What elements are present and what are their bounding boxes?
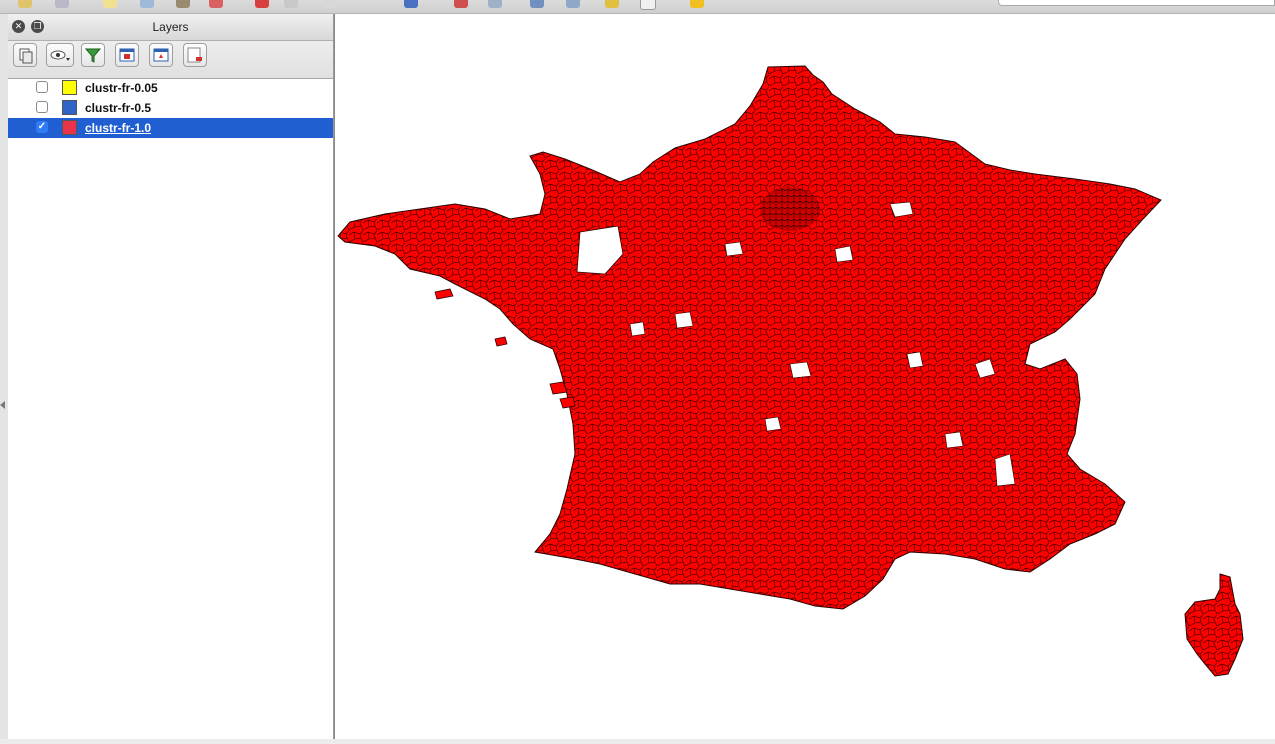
search-input[interactable]	[998, 0, 1275, 6]
filter-legend-icon	[84, 48, 102, 63]
toolbar-icon[interactable]	[640, 0, 656, 10]
toolbar-icon[interactable]	[605, 0, 619, 8]
remove-layer-icon	[187, 47, 202, 63]
visibility-eye-icon	[50, 50, 70, 61]
layer-item[interactable]: clustr-fr-0.05	[8, 78, 333, 98]
map-hole	[764, 416, 782, 432]
toolbar-icon[interactable]	[255, 0, 269, 8]
layers-toolbar	[8, 41, 333, 79]
main-toolbar	[0, 0, 1275, 14]
panel-title: Layers	[152, 20, 189, 34]
remove-layer-button[interactable]	[183, 43, 207, 67]
island-polygon	[559, 396, 576, 409]
toolbar-icon[interactable]	[176, 0, 190, 8]
france-map-layer	[337, 65, 1244, 677]
map-hole	[674, 311, 694, 329]
map-hole	[944, 431, 964, 449]
layer-visibility-checkbox[interactable]	[36, 101, 48, 113]
toolbar-icon[interactable]	[103, 0, 117, 8]
toolbar-icon[interactable]	[284, 0, 298, 8]
island-polygon	[494, 336, 508, 347]
toolbar-icon[interactable]	[690, 0, 704, 8]
toolbar-icon[interactable]	[454, 0, 468, 8]
collapse-arrow-icon[interactable]	[0, 401, 5, 409]
map-hole	[789, 361, 812, 379]
map-hole	[724, 241, 744, 257]
layer-name: clustr-fr-0.5	[85, 101, 152, 115]
map-hole	[906, 351, 924, 369]
corsica-polygon	[1184, 573, 1244, 677]
map-hole	[834, 245, 854, 263]
map-hole	[629, 321, 646, 337]
layer-color-swatch	[62, 120, 77, 135]
collapse-all-icon	[153, 48, 169, 62]
layer-name: clustr-fr-0.05	[85, 81, 158, 95]
layer-tree: clustr-fr-0.05 clustr-fr-0.5 ✓ clustr-fr…	[8, 78, 333, 138]
layer-visibility-checkbox[interactable]	[36, 81, 48, 93]
toolbar-icon[interactable]	[404, 0, 418, 8]
collapse-all-button[interactable]	[149, 43, 173, 67]
layer-item-selected[interactable]: ✓ clustr-fr-1.0	[8, 118, 333, 138]
toolbar-icon[interactable]	[488, 0, 502, 8]
toolbar-icon[interactable]	[55, 0, 69, 8]
island-polygon	[434, 288, 454, 300]
expand-all-icon	[119, 48, 135, 62]
paris-dense-area	[760, 187, 820, 231]
layer-color-swatch	[62, 80, 77, 95]
toolbar-icon[interactable]	[530, 0, 544, 8]
layer-name: clustr-fr-1.0	[85, 121, 152, 135]
toolbar-icon[interactable]	[209, 0, 223, 8]
mainland-polygon	[337, 65, 1162, 610]
layer-color-swatch	[62, 100, 77, 115]
layer-item[interactable]: clustr-fr-0.5	[8, 98, 333, 118]
map-canvas[interactable]	[334, 14, 1275, 739]
filter-legend-button[interactable]	[81, 43, 105, 67]
toolbar-icon[interactable]	[18, 0, 32, 8]
toolbar-icon[interactable]	[566, 0, 580, 8]
expand-all-button[interactable]	[115, 43, 139, 67]
add-group-button[interactable]	[13, 43, 37, 67]
layers-panel: ✕ ❐ Layers clustr-fr-0.05 clustr-fr-0.5 …	[8, 14, 334, 739]
visibility-button[interactable]	[46, 43, 74, 67]
toolbar-icon[interactable]	[322, 0, 336, 8]
layer-visibility-checkbox[interactable]: ✓	[36, 121, 48, 133]
toolbar-icon[interactable]	[140, 0, 154, 8]
panel-titlebar: ✕ ❐ Layers	[8, 14, 333, 41]
add-group-icon	[19, 48, 33, 64]
